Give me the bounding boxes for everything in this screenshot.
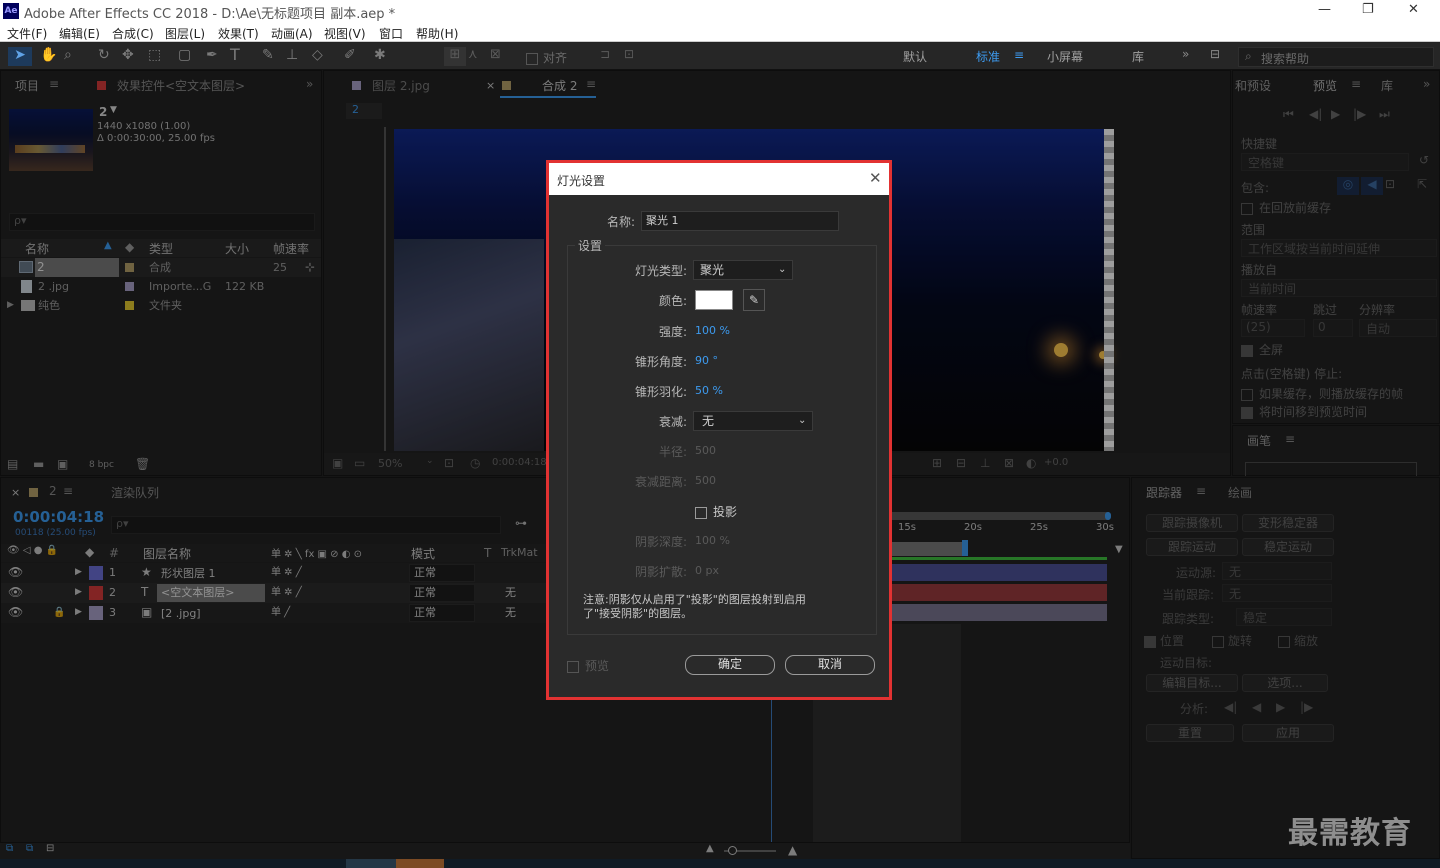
eraser-tool-icon[interactable]: ◇ [312,47,323,63]
shadow-diffusion-label: 阴影扩散: [634,565,687,579]
view-axis-icon[interactable]: ⊠ [490,47,501,62]
snapping-label: 对齐 [543,51,568,65]
rotate-tool-icon[interactable]: ↻ [98,47,110,63]
cone-feather-label: 锥形羽化: [634,385,687,399]
light-type-dropdown[interactable]: 聚光 ⌄ [693,260,793,280]
menu-file[interactable]: 文件(F) [7,25,47,42]
casts-shadows-label: 投影 [713,505,738,519]
clone-stamp-tool-icon[interactable]: ⊥ [286,47,298,63]
dialog-title: 灯光设置 [557,174,606,188]
close-button[interactable]: ✕ [1408,2,1419,17]
falloff-dropdown[interactable]: 无 ⌄ [693,411,813,431]
sync-settings-icon[interactable]: ⊟ [1210,47,1220,61]
local-axis-icon[interactable]: ⊞ [444,47,466,66]
shape-tool-icon[interactable]: ▢ [178,47,191,63]
preview-label: 预览 [585,659,610,673]
cancel-button[interactable]: 取消 [785,655,875,675]
pan-behind-tool-icon[interactable]: ⬚ [148,47,161,63]
workspace-default[interactable]: 默认 [903,48,927,65]
menu-help[interactable]: 帮助(H) [416,25,458,42]
snap-option-icon[interactable]: ⊐ [600,47,610,61]
radius-value: 500 [695,444,716,457]
falloff-value: 无 [702,414,715,428]
roto-brush-tool-icon[interactable]: ✐ [344,47,356,63]
workspace-standard[interactable]: 标准 [976,48,1000,65]
camera-tool-icon[interactable]: ✥ [122,47,134,63]
casts-shadows-checkbox[interactable] [695,505,707,519]
menu-effect[interactable]: 效果(T) [218,25,259,42]
dropdown-arrow-icon: ⌄ [778,264,787,275]
text-tool-icon[interactable]: T [230,45,240,64]
menu-animation[interactable]: 动画(A) [271,25,313,42]
world-axis-icon[interactable]: ⋏ [468,47,478,62]
window-title: Adobe After Effects CC 2018 - D:\Ae\无标题项… [24,7,396,22]
light-settings-dialog: 灯光设置 ✕ 名称: 聚光 1 设置 灯光类型: 聚光 ⌄ 颜色: ✎ 强度: 1… [546,160,892,700]
ok-button[interactable]: 确定 [685,655,775,675]
workspace-overflow-icon[interactable]: » [1182,47,1189,61]
cone-angle-value[interactable]: 90 ° [695,354,718,367]
dropdown-arrow-icon: ⌄ [798,415,807,426]
intensity-value[interactable]: 100 % [695,324,730,337]
cone-feather-value[interactable]: 50 % [695,384,723,397]
minimize-button[interactable]: — [1318,2,1331,17]
snap-edge-icon[interactable]: ⊡ [624,47,634,61]
color-swatch[interactable] [695,290,733,310]
menu-composition[interactable]: 合成(C) [112,25,154,42]
workspace-libraries[interactable]: 库 [1132,48,1144,65]
menu-bar: 文件(F) 编辑(E) 合成(C) 图层(L) 效果(T) 动画(A) 视图(V… [0,22,1440,42]
selection-tool-icon[interactable]: ➤ [8,47,32,66]
eyedropper-icon[interactable]: ✎ [743,289,765,311]
name-input[interactable]: 聚光 1 [641,211,839,231]
light-type-value: 聚光 [700,263,725,277]
shadow-darkness-label: 阴影深度: [634,535,687,549]
search-icon: ⌕ [1245,49,1252,63]
dialog-title-bar: 灯光设置 ✕ [549,163,889,195]
menu-edit[interactable]: 编辑(E) [59,25,100,42]
app-logo: Ae [3,3,19,19]
workspace-menu-icon[interactable]: ≡ [1014,48,1024,62]
workspace-small-screen[interactable]: 小屏幕 [1047,48,1083,65]
radius-label: 半径: [658,445,687,459]
shadow-darkness-value: 100 % [695,534,730,547]
snapping-checkbox[interactable] [526,51,538,65]
falloff-distance-value: 500 [695,474,716,487]
settings-group-label: 设置 [575,237,606,254]
restore-button[interactable]: ❐ [1362,2,1374,17]
help-search-placeholder: 搜索帮助 [1261,52,1310,66]
brush-tool-icon[interactable]: ✎ [262,47,274,63]
preview-checkbox[interactable] [567,659,579,673]
shadow-note-line2: 了"接受阴影"的图层。 [583,607,693,620]
help-search-box[interactable]: ⌕ 搜索帮助 [1238,47,1434,67]
menu-view[interactable]: 视图(V) [324,25,366,42]
falloff-label: 衰减: [658,415,687,429]
pen-tool-icon[interactable]: ✒ [206,47,218,63]
title-bar: Ae Adobe After Effects CC 2018 - D:\Ae\无… [0,0,1440,22]
shadow-diffusion-value: 0 px [695,564,719,577]
puppet-tool-icon[interactable]: ✱ [374,47,386,63]
light-type-label: 灯光类型: [634,264,687,278]
intensity-label: 强度: [658,325,687,339]
dialog-close-icon[interactable]: ✕ [869,169,882,187]
name-label: 名称: [606,215,635,229]
tools-toolbar: ➤ ✋ ⌕ ↻ ✥ ⬚ ▢ ✒ T ✎ ⊥ ◇ ✐ ✱ ⊞ ⋏ ⊠ 对齐 ⊐ ⊡… [0,43,1440,70]
color-label: 颜色: [658,294,687,308]
falloff-distance-label: 衰减距离: [634,475,687,489]
zoom-tool-icon[interactable]: ⌕ [64,47,72,63]
cone-angle-label: 锥形角度: [634,355,687,369]
menu-layer[interactable]: 图层(L) [165,25,205,42]
menu-window[interactable]: 窗口 [379,25,403,42]
hand-tool-icon[interactable]: ✋ [40,47,57,63]
